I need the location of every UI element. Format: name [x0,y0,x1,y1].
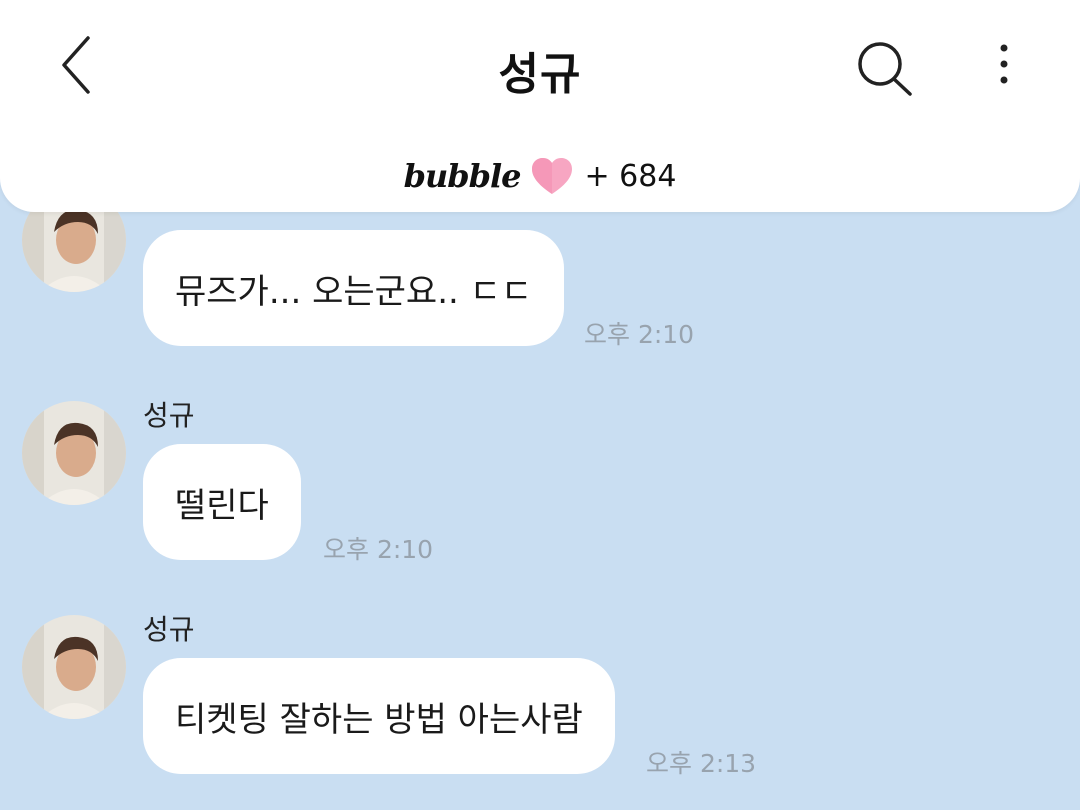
message-text: 뮤즈가... 오는군요.. ㄷㄷ [175,271,533,312]
sender-name: 성규 [143,613,195,646]
message-text: 떨린다 [175,485,269,526]
message-bubble[interactable]: 티켓팅 잘하는 방법 아는사람 [143,658,615,774]
message-time: 오후 2:13 [646,749,757,778]
search-button[interactable] [848,34,920,106]
message-bubble[interactable]: 뮤즈가... 오는군요.. ㄷㄷ [143,230,565,346]
message-bubble[interactable]: 떨린다 [143,444,301,560]
message-time: 오후 2:10 [584,320,695,349]
search-icon [858,42,912,96]
bubble-heart-bar[interactable]: bubble + 684 [0,150,1080,202]
bubble-logo: bubble [403,157,522,195]
chat-header: 성규 bubble + 684 [0,0,1080,212]
message-text: 티켓팅 잘하는 방법 아는사람 [175,699,583,740]
more-button[interactable] [980,34,1028,106]
heart-count: + 684 [584,158,677,194]
heart-icon [532,158,573,194]
avatar[interactable] [22,615,126,719]
avatar[interactable] [22,401,126,505]
message-time: 오후 2:10 [323,535,434,564]
sender-name: 성규 [143,399,195,432]
more-vertical-icon [1000,44,1008,84]
